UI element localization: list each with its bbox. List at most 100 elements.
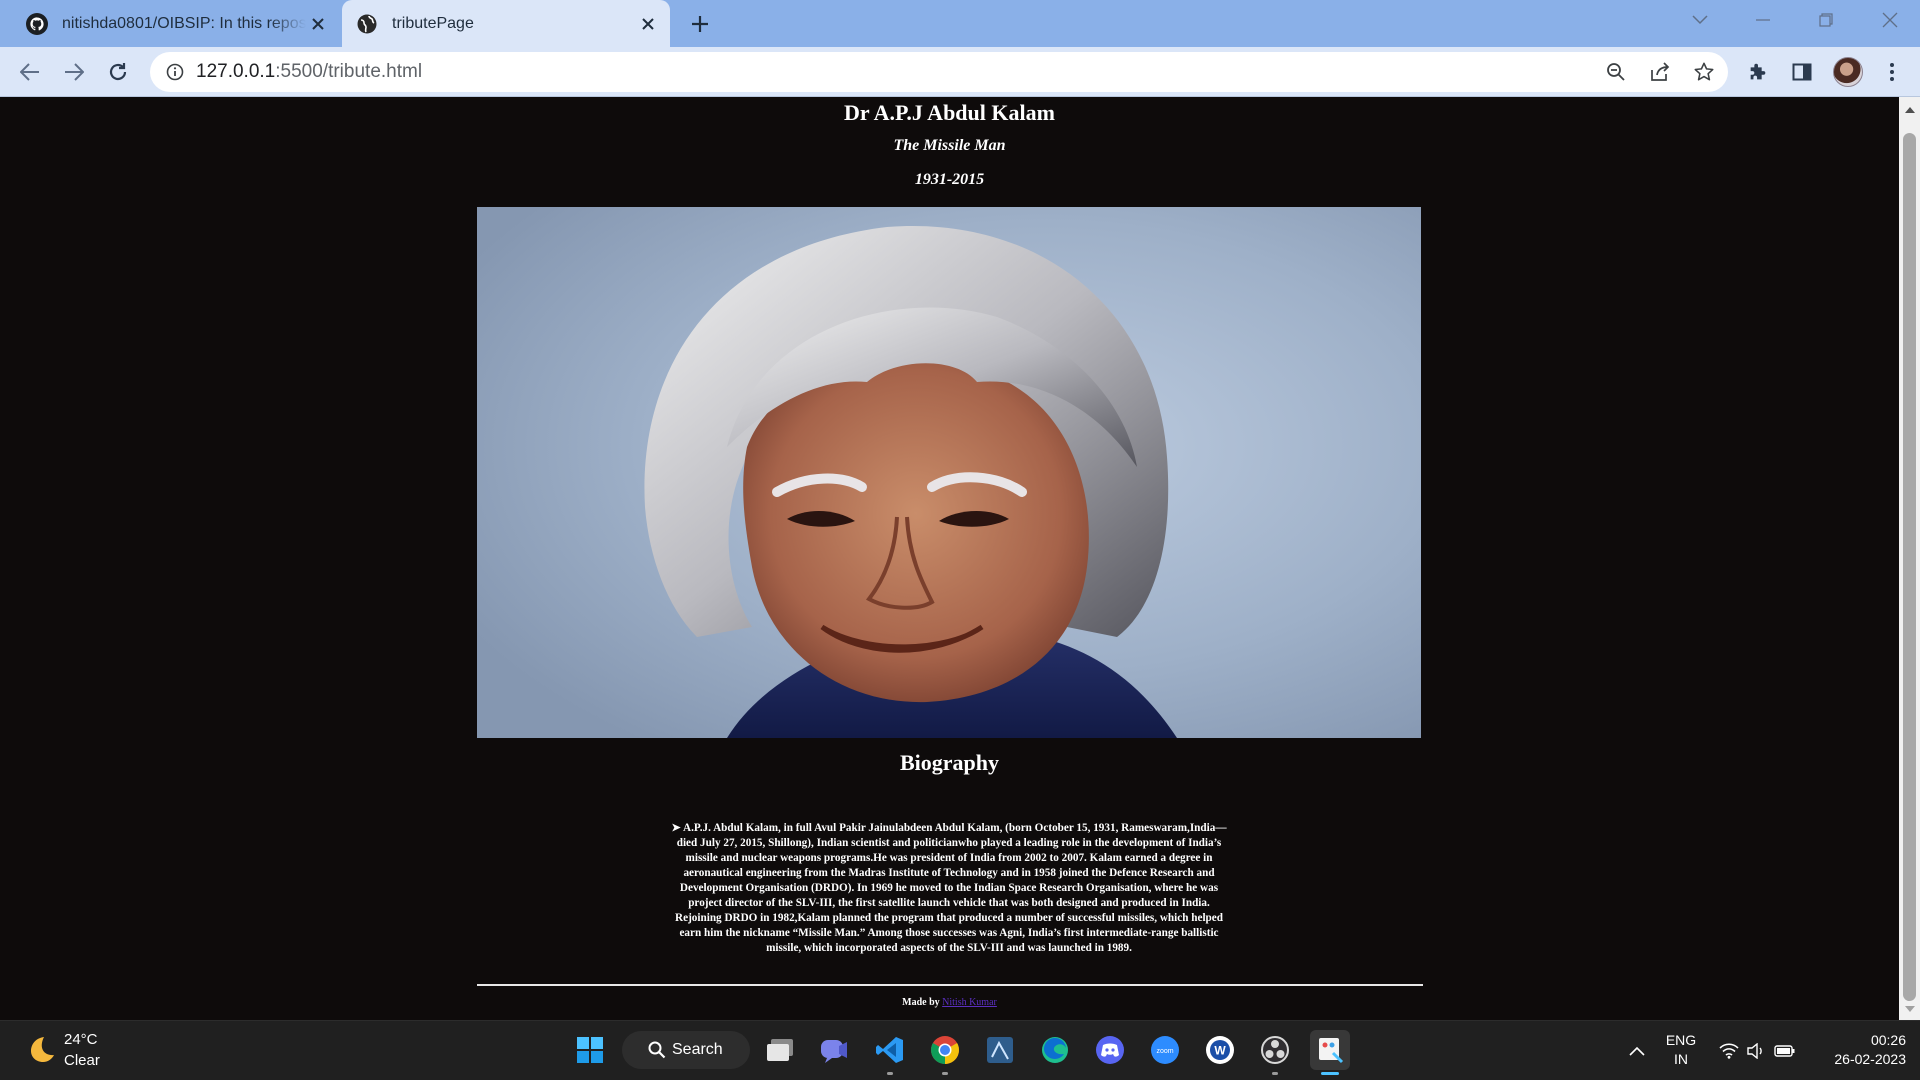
windows-start-icon (577, 1037, 603, 1063)
new-tab-button[interactable] (684, 8, 716, 40)
chevron-up-icon (1629, 1046, 1645, 1056)
system-clock[interactable]: 00:26 26-02-2023 (1810, 1031, 1906, 1069)
page-viewport: Dr A.P.J Abdul Kalam The Missile Man 193… (0, 97, 1899, 1020)
tab-github-repo[interactable]: nitishda0801/OIBSIP: In this repository (10, 0, 340, 47)
zoom-button[interactable]: zoom (1145, 1030, 1185, 1070)
restore-button[interactable] (1796, 0, 1856, 40)
chrome-button[interactable] (925, 1030, 965, 1075)
portrait-illustration (477, 207, 1421, 738)
svg-text:zoom: zoom (1156, 1048, 1173, 1055)
globe-icon (357, 14, 377, 33)
tab-tribute-page[interactable]: tributePage (342, 0, 670, 47)
wifi-icon[interactable] (1718, 1040, 1740, 1062)
tab-title: tributePage (392, 14, 474, 32)
battery-icon[interactable] (1774, 1040, 1796, 1062)
volume-icon[interactable] (1745, 1040, 1767, 1062)
close-window-button[interactable] (1860, 0, 1920, 40)
edge-button[interactable] (1035, 1030, 1075, 1070)
close-icon (1882, 12, 1898, 28)
language-code: ENG (1665, 1032, 1697, 1048)
weather-temperature[interactable]: 24°C (64, 1031, 98, 1048)
puzzle-icon (1750, 63, 1766, 80)
site-info-icon[interactable] (164, 61, 186, 83)
biography-text: ➤ A.P.J. Abdul Kalam, in full Avul Pakir… (664, 821, 1234, 956)
chevron-down-icon (1692, 15, 1708, 25)
address-bar[interactable]: 127.0.0.1:5500/tribute.html (150, 52, 1728, 92)
task-view-icon (767, 1039, 793, 1061)
github-icon (26, 12, 48, 35)
reload-button[interactable] (102, 56, 134, 88)
browser-tab-strip: nitishda0801/OIBSIP: In this repository … (0, 0, 1920, 47)
clock-time: 00:26 (1870, 1032, 1906, 1048)
page-scrollbar[interactable] (1899, 97, 1920, 1020)
discord-icon (1096, 1036, 1124, 1064)
side-panel-icon (1792, 63, 1812, 81)
page-tagline: The Missile Man (893, 137, 1006, 154)
author-link[interactable]: Nitish Kumar (942, 997, 997, 1008)
url-text: 127.0.0.1:5500/tribute.html (196, 52, 422, 92)
share-icon[interactable] (1646, 58, 1674, 86)
arrow-right-icon: ➤ (671, 822, 681, 835)
word-button[interactable]: W (1200, 1030, 1240, 1070)
running-indicator (942, 1072, 948, 1075)
scroll-down-arrow-icon[interactable] (1899, 999, 1920, 1019)
snipping-tool-button[interactable] (980, 1030, 1020, 1070)
kebab-menu-icon (1890, 63, 1894, 81)
windows-start-button[interactable] (570, 1030, 610, 1070)
scroll-up-arrow-icon[interactable] (1899, 99, 1920, 119)
biography-heading: Biography (899, 750, 1000, 775)
minimize-button[interactable] (1733, 0, 1793, 40)
input-language[interactable]: ENG IN (1664, 1031, 1698, 1069)
word-icon: W (1206, 1036, 1234, 1064)
arrow-left-icon (20, 63, 39, 81)
active-indicator (1321, 1072, 1339, 1075)
running-indicator (1272, 1072, 1278, 1075)
taskbar-search[interactable]: Search (622, 1031, 750, 1069)
browser-toolbar: 127.0.0.1:5500/tribute.html (0, 47, 1920, 97)
moon-icon[interactable] (24, 1033, 56, 1065)
tab-search-button[interactable] (1670, 0, 1730, 40)
forward-button[interactable] (58, 56, 90, 88)
arrow-right-icon (65, 63, 84, 81)
footer: Made by Nitish Kumar (0, 997, 1899, 1008)
profile-avatar[interactable] (1833, 57, 1863, 87)
paint-button[interactable] (1310, 1030, 1350, 1075)
obs-icon (1261, 1036, 1289, 1064)
snipping-icon (987, 1037, 1013, 1063)
paint-icon (1319, 1038, 1344, 1064)
tab-title: nitishda0801/OIBSIP: In this repository (62, 14, 306, 32)
teams-chat-button[interactable] (814, 1030, 854, 1070)
restore-icon (1819, 13, 1833, 27)
back-button[interactable] (14, 56, 46, 88)
obs-button[interactable] (1255, 1030, 1295, 1075)
close-icon[interactable] (306, 12, 330, 36)
footer-prefix: Made by (902, 997, 943, 1008)
side-panel-button[interactable] (1786, 56, 1818, 88)
plus-icon (692, 16, 708, 32)
zoom-icon[interactable] (1602, 58, 1630, 86)
task-view-button[interactable] (760, 1030, 800, 1070)
scrollbar-thumb[interactable] (1903, 133, 1916, 1001)
browser-menu-button[interactable] (1876, 56, 1908, 88)
minimize-icon (1756, 19, 1770, 21)
reload-icon (109, 63, 127, 81)
weather-condition[interactable]: Clear (64, 1052, 100, 1069)
edge-icon (1042, 1037, 1068, 1063)
url-path: :5500/tribute.html (275, 61, 423, 82)
discord-button[interactable] (1090, 1030, 1130, 1070)
divider (477, 984, 1423, 986)
teams-chat-icon (821, 1040, 847, 1063)
vscode-icon (876, 1037, 903, 1063)
extensions-button[interactable] (1742, 56, 1774, 88)
page-years: 1931-2015 (914, 171, 985, 188)
bookmark-star-icon[interactable] (1690, 58, 1718, 86)
url-host: 127.0.0.1 (196, 61, 276, 82)
show-hidden-icons-button[interactable] (1625, 1039, 1649, 1063)
zoom-app-icon: zoom (1151, 1036, 1179, 1064)
close-icon[interactable] (636, 12, 660, 36)
biography-body: A.P.J. Abdul Kalam, in full Avul Pakir J… (675, 822, 1227, 955)
page-title: Dr A.P.J Abdul Kalam (844, 100, 1055, 125)
search-icon (648, 1041, 666, 1059)
vscode-button[interactable] (870, 1030, 910, 1075)
svg-text:W: W (1214, 1044, 1226, 1058)
